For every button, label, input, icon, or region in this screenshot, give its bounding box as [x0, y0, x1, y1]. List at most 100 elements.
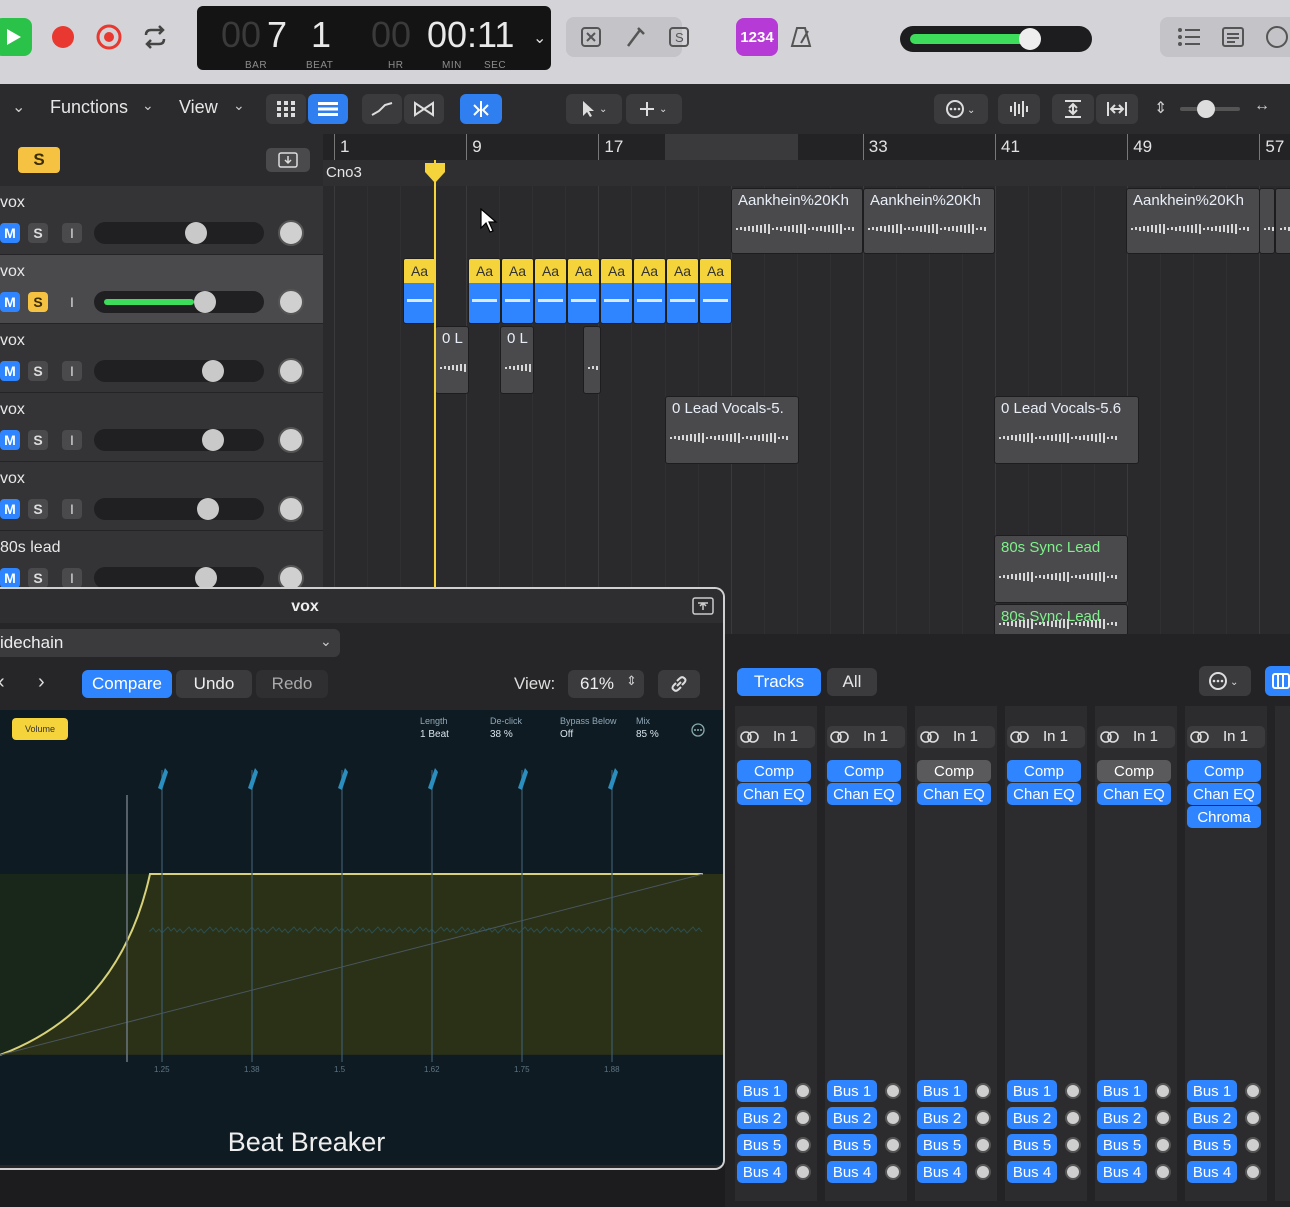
- send-slot[interactable]: Bus 2: [827, 1107, 877, 1129]
- volume-knob[interactable]: [202, 429, 224, 451]
- cycle-region[interactable]: [665, 134, 798, 160]
- pan-knob[interactable]: [278, 358, 304, 384]
- global-solo-button[interactable]: S: [18, 147, 60, 173]
- send-slot[interactable]: Bus 5: [827, 1134, 877, 1156]
- flex-region[interactable]: Aa: [666, 258, 699, 324]
- audio-region[interactable]: [583, 326, 601, 394]
- insert-slot[interactable]: Chan EQ: [737, 783, 811, 805]
- track-header[interactable]: vox M S I: [0, 462, 323, 531]
- mute-button[interactable]: M: [0, 361, 20, 381]
- options-icon[interactable]: ⌄: [934, 94, 988, 124]
- bar-ruler[interactable]: 19172533414957: [323, 134, 1290, 160]
- automation-icon[interactable]: [362, 94, 402, 124]
- send-slot[interactable]: Bus 5: [1007, 1134, 1057, 1156]
- send-level-knob[interactable]: [975, 1083, 991, 1099]
- send-level-knob[interactable]: [1065, 1110, 1081, 1126]
- flex-icon[interactable]: [404, 94, 444, 124]
- insert-slot[interactable]: Chan EQ: [827, 783, 901, 805]
- send-level-knob[interactable]: [1245, 1110, 1261, 1126]
- note-pad-icon[interactable]: [1214, 18, 1252, 56]
- send-level-knob[interactable]: [1245, 1164, 1261, 1180]
- volume-knob[interactable]: [202, 360, 224, 382]
- audio-region[interactable]: [1259, 188, 1275, 254]
- volume-knob[interactable]: [185, 222, 207, 244]
- midi-region[interactable]: 80s Sync Lead: [994, 604, 1128, 634]
- send-level-knob[interactable]: [975, 1137, 991, 1153]
- mute-button[interactable]: M: [0, 499, 20, 519]
- chevron-down-icon[interactable]: ⌄: [533, 28, 546, 48]
- send-slot[interactable]: Bus 2: [1187, 1107, 1237, 1129]
- send-level-knob[interactable]: [795, 1083, 811, 1099]
- track-name[interactable]: vox: [0, 332, 25, 350]
- audio-region[interactable]: Aankhein%20Kh: [863, 188, 995, 254]
- playhead[interactable]: [434, 160, 436, 634]
- pan-knob[interactable]: [278, 289, 304, 315]
- audio-region[interactable]: Aankhein%20Kh: [1126, 188, 1260, 254]
- track-import-icon[interactable]: [266, 148, 310, 172]
- input-slot[interactable]: In 1: [827, 726, 905, 748]
- record-icon[interactable]: [44, 18, 82, 56]
- send-level-knob[interactable]: [1065, 1137, 1081, 1153]
- flex-region[interactable]: Aa: [534, 258, 567, 324]
- volume-envelope[interactable]: 1.25 1.38 1.5 1.62 1.75 1.88: [0, 710, 723, 1080]
- flex-region[interactable]: Aa: [501, 258, 534, 324]
- solo-button[interactable]: S: [28, 292, 48, 312]
- capture-record-icon[interactable]: [90, 18, 128, 56]
- chevron-down-icon[interactable]: ⌄: [12, 97, 25, 117]
- count-in-icon[interactable]: 1234: [736, 18, 778, 56]
- mute-button[interactable]: M: [0, 568, 20, 588]
- browser-icon[interactable]: [1258, 18, 1290, 56]
- previous-setting-icon[interactable]: ‹: [0, 671, 5, 694]
- audio-region[interactable]: 0 L: [500, 326, 534, 394]
- volume-fader[interactable]: [94, 567, 264, 589]
- send-slot[interactable]: Bus 4: [827, 1161, 877, 1183]
- mute-button[interactable]: M: [0, 223, 20, 243]
- send-level-knob[interactable]: [1155, 1083, 1171, 1099]
- mixer-tab-all[interactable]: All: [827, 668, 877, 696]
- view-zoom-select[interactable]: 61% ⇕: [568, 670, 644, 698]
- input-monitor-button[interactable]: I: [62, 499, 82, 519]
- track-name[interactable]: vox: [0, 401, 25, 419]
- send-level-knob[interactable]: [885, 1164, 901, 1180]
- send-level-knob[interactable]: [1065, 1164, 1081, 1180]
- arrange-area[interactable]: 19172533414957 Cno3 Aankhein%20Kh Aankhei…: [323, 134, 1290, 634]
- audio-region[interactable]: 0 L: [435, 326, 469, 394]
- insert-slot[interactable]: Chan EQ: [1097, 783, 1171, 805]
- flex-region[interactable]: Aa: [468, 258, 501, 324]
- send-slot[interactable]: Bus 4: [1007, 1161, 1057, 1183]
- pointer-tool-icon[interactable]: ⌄: [566, 94, 622, 124]
- input-monitor-button[interactable]: I: [62, 292, 82, 312]
- solo-button[interactable]: S: [28, 430, 48, 450]
- send-level-knob[interactable]: [1245, 1137, 1261, 1153]
- insert-slot[interactable]: Chan EQ: [1187, 783, 1261, 805]
- marker-label[interactable]: Cno3: [326, 164, 362, 181]
- volume-fader[interactable]: [94, 291, 264, 313]
- send-slot[interactable]: Bus 4: [1187, 1161, 1237, 1183]
- send-slot[interactable]: Bus 1: [917, 1080, 967, 1102]
- track-name[interactable]: vox: [0, 263, 25, 281]
- next-setting-icon[interactable]: ›: [38, 671, 45, 694]
- send-slot[interactable]: Bus 4: [917, 1161, 967, 1183]
- mixer-tab-tracks[interactable]: Tracks: [737, 668, 821, 696]
- solo-button[interactable]: S: [28, 223, 48, 243]
- window-link-icon[interactable]: [692, 597, 714, 620]
- insert-slot[interactable]: Comp: [1007, 760, 1081, 782]
- solo-button[interactable]: S: [28, 499, 48, 519]
- track-header[interactable]: vox M S I: [0, 255, 323, 324]
- insert-slot[interactable]: Comp: [917, 760, 991, 782]
- insert-slot[interactable]: Comp: [827, 760, 901, 782]
- insert-slot[interactable]: Comp: [1097, 760, 1171, 782]
- insert-slot[interactable]: Chroma: [1187, 806, 1261, 828]
- track-header[interactable]: vox M S I: [0, 324, 323, 393]
- send-slot[interactable]: Bus 2: [1097, 1107, 1147, 1129]
- playhead-handle[interactable]: [424, 162, 446, 189]
- input-slot[interactable]: In 1: [1097, 726, 1175, 748]
- flex-region[interactable]: Aa: [699, 258, 732, 324]
- pan-knob[interactable]: [278, 496, 304, 522]
- input-slot[interactable]: In 1: [917, 726, 995, 748]
- send-slot[interactable]: Bus 1: [1007, 1080, 1057, 1102]
- send-level-knob[interactable]: [1155, 1110, 1171, 1126]
- redo-button[interactable]: Redo: [256, 670, 328, 698]
- input-monitor-button[interactable]: I: [62, 361, 82, 381]
- flex-region[interactable]: Aa: [403, 258, 436, 324]
